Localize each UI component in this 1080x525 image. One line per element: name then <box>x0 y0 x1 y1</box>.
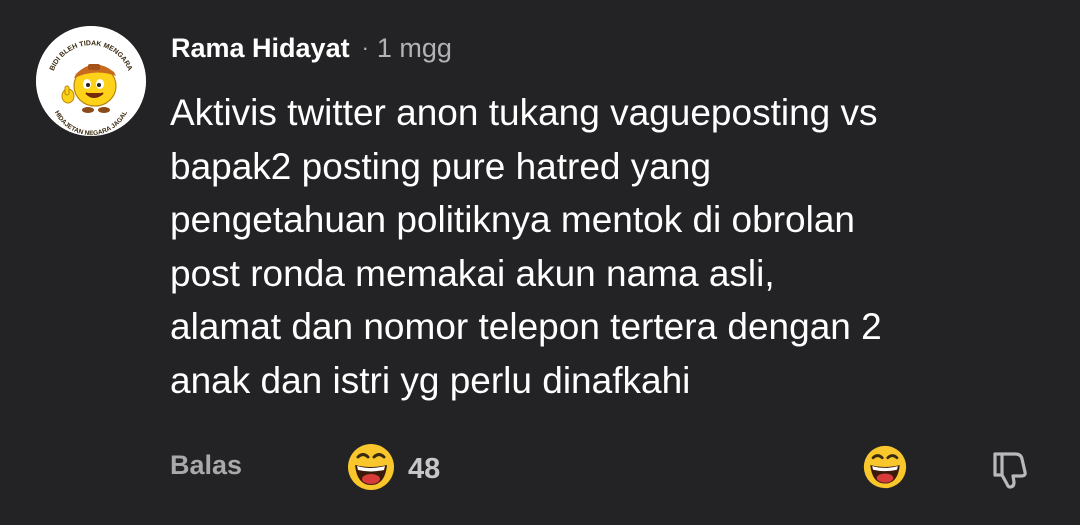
meta-separator: · <box>361 35 369 60</box>
grinning-face-icon <box>863 445 907 489</box>
author-name[interactable]: Rama Hidayat <box>171 33 350 64</box>
comment-actions: Balas 48 <box>0 440 1080 496</box>
comment-header: Rama Hidayat · 1 mgg <box>171 28 452 68</box>
comment-timestamp: 1 mgg <box>376 32 452 63</box>
thumbs-down-icon[interactable] <box>989 448 1031 495</box>
reaction-summary[interactable]: 48 <box>346 442 440 497</box>
grinning-face-icon <box>346 442 396 497</box>
avatar[interactable]: BIDI BLEH TIDAK MENGARA HIDAJETAN NEGARA… <box>36 26 146 136</box>
reaction-count: 48 <box>408 453 441 485</box>
reply-button[interactable]: Balas <box>170 450 242 481</box>
react-button[interactable] <box>862 444 908 495</box>
comment-body: Aktivis twitter anon tukang vagueposting… <box>170 92 882 401</box>
